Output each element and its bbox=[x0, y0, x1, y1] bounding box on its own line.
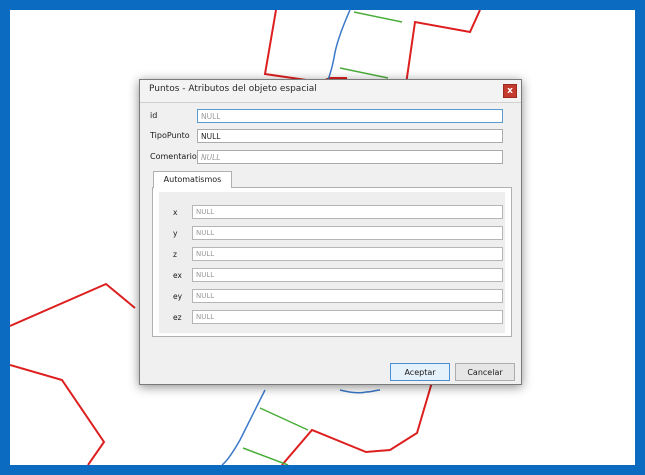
x-input[interactable] bbox=[192, 205, 503, 219]
auto-label-x: x bbox=[173, 208, 178, 217]
auto-label-z: z bbox=[173, 250, 177, 259]
auto-row-y: y bbox=[159, 226, 505, 242]
close-button[interactable]: x bbox=[503, 84, 517, 98]
green-line-1 bbox=[353, 11, 403, 23]
id-input[interactable] bbox=[197, 109, 503, 123]
auto-row-ex: ex bbox=[159, 268, 505, 284]
comentario-input[interactable] bbox=[197, 150, 503, 164]
auto-label-y: y bbox=[173, 229, 178, 238]
auto-row-x: x bbox=[159, 205, 505, 221]
field-label-id: id bbox=[150, 111, 158, 120]
auto-row-ez: ez bbox=[159, 310, 505, 326]
auto-row-z: z bbox=[159, 247, 505, 263]
cancelar-button[interactable]: Cancelar bbox=[455, 363, 515, 381]
field-label-tipopunto: TipoPunto bbox=[150, 131, 190, 140]
field-row-id: id bbox=[140, 109, 521, 125]
ex-input[interactable] bbox=[192, 268, 503, 282]
automatismos-group: x y z ex ey ez bbox=[159, 192, 505, 333]
green-line-4 bbox=[242, 447, 289, 465]
aceptar-button[interactable]: Aceptar bbox=[390, 363, 450, 381]
auto-label-ey: ey bbox=[173, 292, 183, 301]
green-line-3 bbox=[259, 407, 309, 431]
ez-input[interactable] bbox=[192, 310, 503, 324]
attributes-dialog: Puntos - Atributos del objeto espacial x… bbox=[139, 79, 522, 385]
tipopunto-input[interactable] bbox=[197, 129, 503, 143]
field-row-comentario: Comentario bbox=[140, 150, 521, 166]
red-polygon-left bbox=[10, 282, 136, 327]
dialog-titlebar[interactable]: Puntos - Atributos del objeto espacial x bbox=[140, 80, 521, 103]
blue-river-segment bbox=[339, 389, 381, 394]
tab-automatismos[interactable]: Automatismos bbox=[153, 171, 232, 188]
ey-input[interactable] bbox=[192, 289, 503, 303]
dialog-title: Puntos - Atributos del objeto espacial bbox=[149, 84, 317, 94]
tab-panel-automatismos: x y z ex ey ez bbox=[152, 187, 512, 337]
green-line-2 bbox=[339, 67, 389, 79]
z-input[interactable] bbox=[192, 247, 503, 261]
y-input[interactable] bbox=[192, 226, 503, 240]
field-label-comentario: Comentario bbox=[150, 152, 197, 161]
auto-label-ez: ez bbox=[173, 313, 182, 322]
field-row-tipopunto: TipoPunto bbox=[140, 129, 521, 145]
red-polygon-bottom bbox=[281, 371, 450, 465]
red-polygon-bottom-left bbox=[10, 364, 106, 465]
auto-label-ex: ex bbox=[173, 271, 182, 280]
auto-row-ey: ey bbox=[159, 289, 505, 305]
